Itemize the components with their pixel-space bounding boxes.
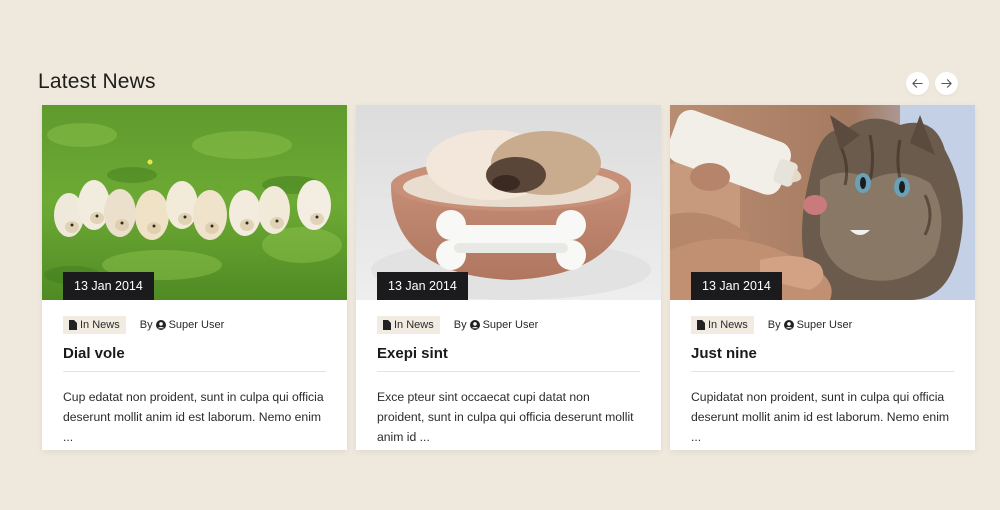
category-tag[interactable]: In News [377,316,440,334]
author-prefix: By [767,319,781,331]
category-label: In News [80,319,120,331]
date-badge: 13 Jan 2014 [691,272,782,300]
category-label: In News [394,319,434,331]
news-card: 13 Jan 2014 In News By Super User Exepi … [356,105,661,450]
category-tag[interactable]: In News [691,316,754,334]
date-badge: 13 Jan 2014 [63,272,154,300]
section-title: Latest News [38,70,156,93]
carousel-prev-button[interactable] [906,72,929,95]
card-title[interactable]: Dial vole [63,345,326,372]
category-tag[interactable]: In News [63,316,126,334]
news-card: 13 Jan 2014 In News By Super User Dial v… [42,105,347,450]
card-title[interactable]: Just nine [691,345,954,372]
arrow-right-icon [941,79,952,88]
card-image-puppies[interactable]: 13 Jan 2014 [42,105,347,300]
carousel-next-button[interactable] [935,72,958,95]
author-prefix: By [453,319,467,331]
news-card: 13 Jan 2014 In News By Super User Just n… [670,105,975,450]
card-excerpt: Cup edatat non proident, sunt in culpa q… [63,390,324,444]
kitten-with-bottle-image [670,105,975,300]
date-badge: 13 Jan 2014 [377,272,468,300]
author: By Super User [768,319,852,331]
author-prefix: By [139,319,153,331]
author: By Super User [140,319,224,331]
category-label: In News [708,319,748,331]
author-name[interactable]: Super User [797,319,853,331]
user-circle-icon [155,320,166,330]
card-excerpt: Cupidatat non proident, sunt in culpa qu… [691,390,950,444]
user-circle-icon [469,320,480,330]
card-image-puppy-bowl[interactable]: 13 Jan 2014 [356,105,661,300]
author-name[interactable]: Super User [483,319,539,331]
card-title[interactable]: Exepi sint [377,345,640,372]
author: By Super User [454,319,538,331]
card-image-kitten[interactable]: 13 Jan 2014 [670,105,975,300]
card-excerpt: Exce pteur sint occaecat cupi datat non … [377,390,634,444]
author-name[interactable]: Super User [169,319,225,331]
arrow-left-icon [912,79,923,88]
document-icon [383,320,391,330]
puppies-on-grass-image [42,105,347,300]
user-circle-icon [783,320,794,330]
puppy-in-bowl-image [356,105,661,300]
document-icon [69,320,77,330]
document-icon [697,320,705,330]
